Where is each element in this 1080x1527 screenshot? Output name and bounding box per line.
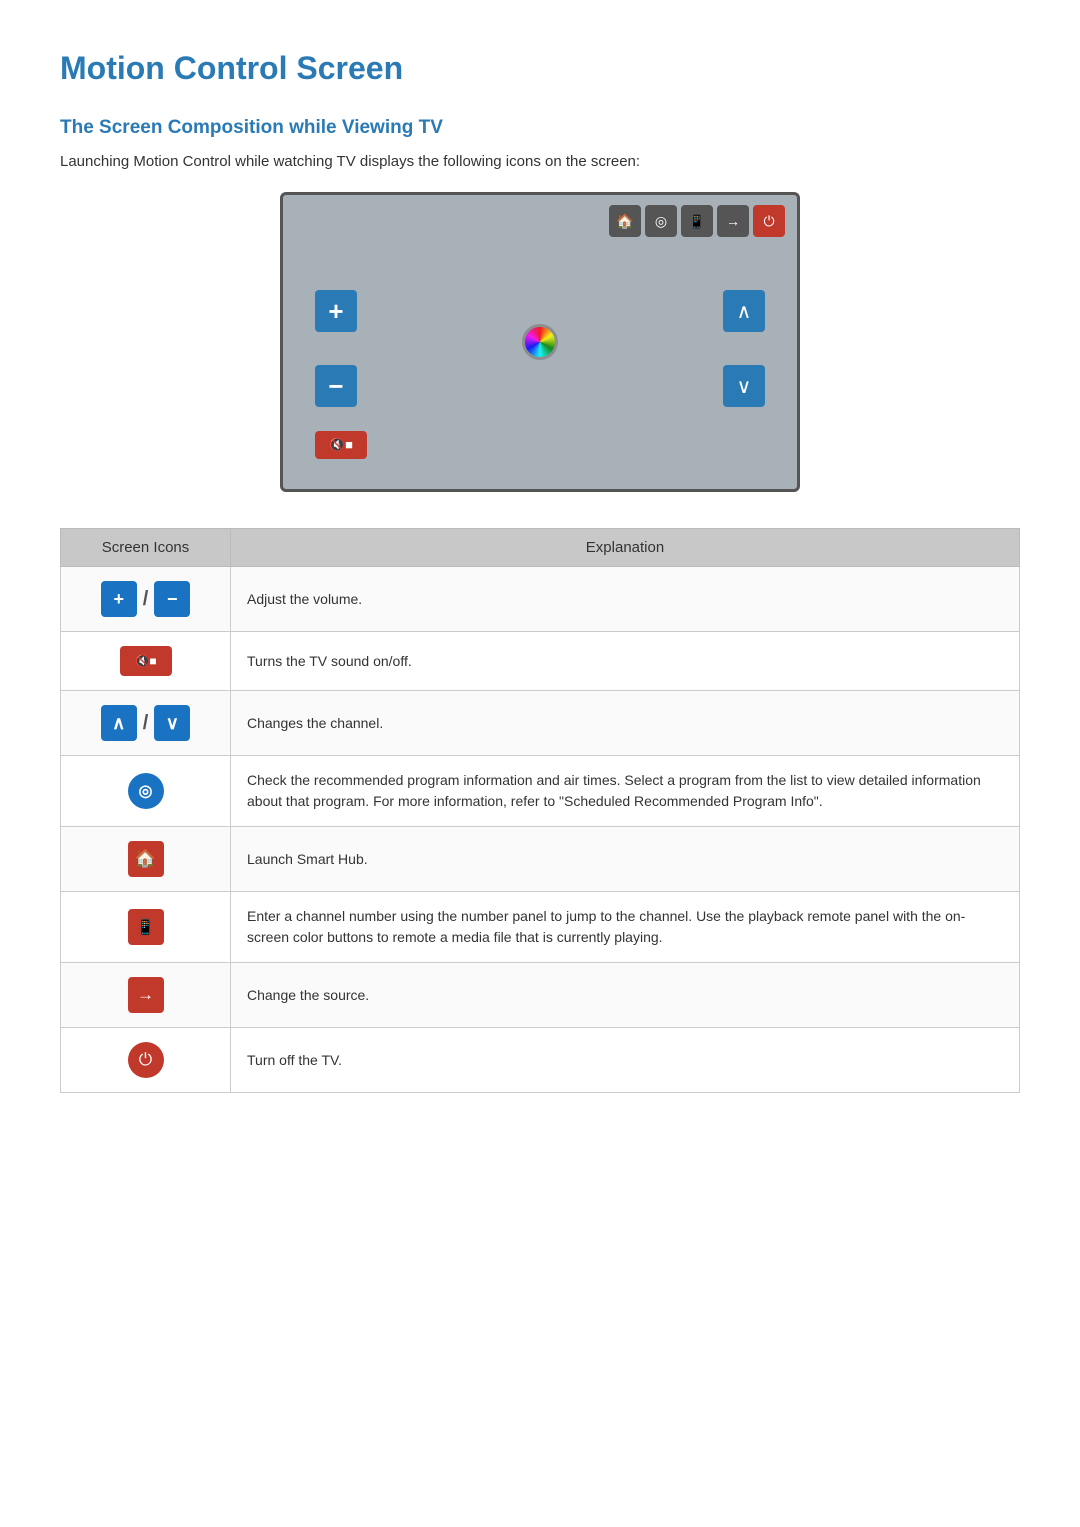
table-row: ◎ Check the recommended program informat… (61, 756, 1020, 827)
icon-cell-smarthub: 🏠 (61, 827, 231, 892)
channel-down-icon: ∨ (154, 705, 190, 741)
explanation-numberpanel: Enter a channel number using the number … (231, 892, 1020, 963)
tv-source-icon: → (717, 205, 749, 237)
tv-volume-up-icon: + (315, 290, 357, 332)
explanation-source: Change the source. (231, 963, 1020, 1028)
icon-cell-channel: ∧ / ∨ (61, 691, 231, 756)
section-title: The Screen Composition while Viewing TV (60, 117, 1020, 139)
icon-cell-vol: + / − (61, 567, 231, 632)
tv-motion-cursor (522, 324, 558, 360)
smarthub-icon: 🏠 (128, 841, 164, 877)
mute-icon: 🔇■ (120, 646, 172, 676)
icon-cell-recommended: ◎ (61, 756, 231, 827)
tv-power-icon: ⏻ (753, 205, 785, 237)
icon-cell-source: → (61, 963, 231, 1028)
table-row: 📱 Enter a channel number using the numbe… (61, 892, 1020, 963)
channel-up-icon: ∧ (101, 705, 137, 741)
explanation-recommended: Check the recommended program informatio… (231, 756, 1020, 827)
col-explanation: Explanation (231, 529, 1020, 567)
volume-minus-icon: − (154, 581, 190, 617)
power-icon: ⏻ (128, 1042, 164, 1078)
tv-channel-up-icon: ∧ (723, 290, 765, 332)
table-row: + / − Adjust the volume. (61, 567, 1020, 632)
tv-smarthub-icon: 🏠 (609, 205, 641, 237)
tv-channel-down-icon: ∨ (723, 365, 765, 407)
explanation-vol: Adjust the volume. (231, 567, 1020, 632)
icon-cell-power: ⏻ (61, 1028, 231, 1093)
table-row: 🏠 Launch Smart Hub. (61, 827, 1020, 892)
tv-top-icons: 🏠 ◎ 📱 → ⏻ (609, 205, 785, 237)
explanation-mute: Turns the TV sound on/off. (231, 632, 1020, 691)
tv-mute-icon: 🔇■ (315, 431, 367, 459)
icon-cell-numberpanel: 📱 (61, 892, 231, 963)
col-screen-icons: Screen Icons (61, 529, 231, 567)
table-row: 🔇■ Turns the TV sound on/off. (61, 632, 1020, 691)
tv-screen: 🏠 ◎ 📱 → ⏻ + − 🔇■ ∧ ∨ (280, 192, 800, 492)
tv-recommended-icon: ◎ (645, 205, 677, 237)
source-icon: → (128, 977, 164, 1013)
tv-numberpanel-icon: 📱 (681, 205, 713, 237)
icons-table: Screen Icons Explanation + / − Adjust th… (60, 528, 1020, 1093)
explanation-smarthub: Launch Smart Hub. (231, 827, 1020, 892)
numberpanel-icon: 📱 (128, 909, 164, 945)
page-title: Motion Control Screen (60, 50, 1020, 87)
explanation-channel: Changes the channel. (231, 691, 1020, 756)
tv-volume-down-icon: − (315, 365, 357, 407)
intro-text: Launching Motion Control while watching … (60, 153, 1020, 170)
recommended-icon: ◎ (128, 773, 164, 809)
volume-plus-icon: + (101, 581, 137, 617)
table-row: ∧ / ∨ Changes the channel. (61, 691, 1020, 756)
table-row: ⏻ Turn off the TV. (61, 1028, 1020, 1093)
tv-screen-wrapper: 🏠 ◎ 📱 → ⏻ + − 🔇■ ∧ ∨ (60, 192, 1020, 492)
explanation-power: Turn off the TV. (231, 1028, 1020, 1093)
icon-cell-mute: 🔇■ (61, 632, 231, 691)
icon-separator: / (143, 712, 149, 735)
table-row: → Change the source. (61, 963, 1020, 1028)
icon-separator: / (143, 588, 149, 611)
